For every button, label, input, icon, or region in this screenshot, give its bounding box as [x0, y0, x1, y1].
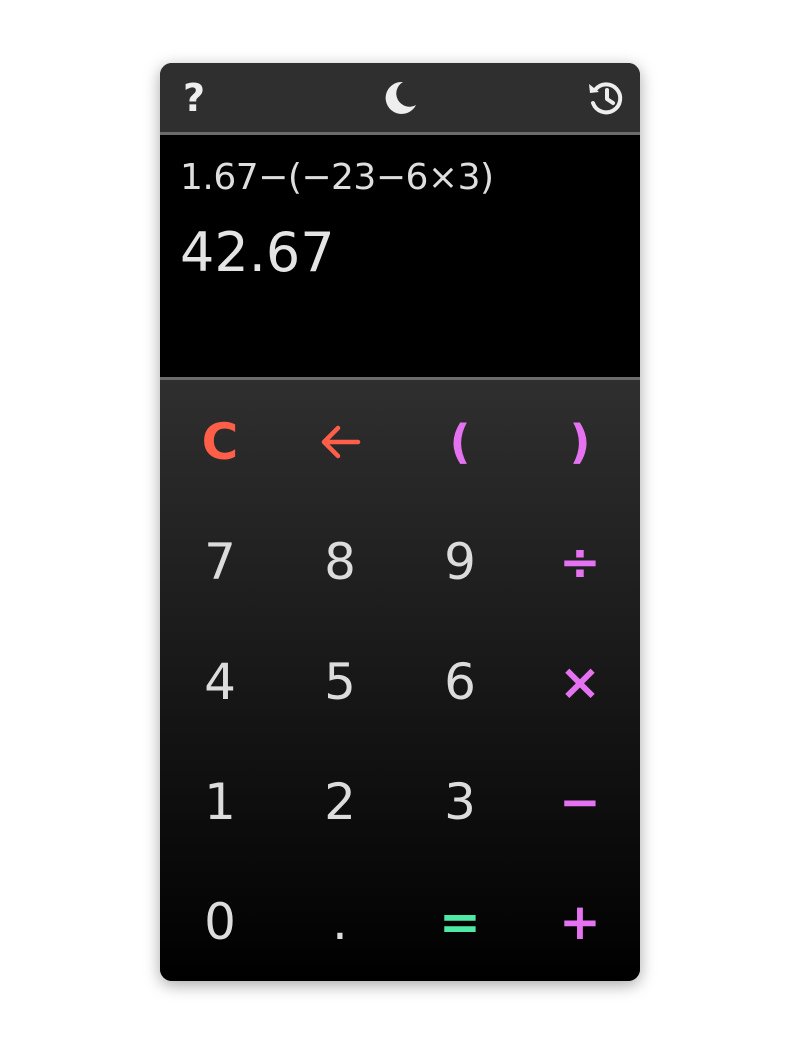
nine-button[interactable]: 9 [400, 502, 520, 622]
calculator-window: ? 1.67−(−23−6×3) 42.67 C ( ) 7 8 9 ÷ 4 5… [160, 63, 640, 981]
backspace-button[interactable] [280, 382, 400, 502]
close-paren-button[interactable]: ) [520, 382, 640, 502]
left-arrow-icon [321, 425, 361, 459]
multiply-button[interactable]: × [520, 622, 640, 742]
four-button[interactable]: 4 [160, 622, 280, 742]
keypad: C ( ) 7 8 9 ÷ 4 5 6 × 1 2 3 − 0 . = + [160, 380, 640, 981]
display-panel: 1.67−(−23−6×3) 42.67 [160, 135, 640, 380]
moon-icon[interactable] [378, 63, 422, 132]
eight-button[interactable]: 8 [280, 502, 400, 622]
equals-button[interactable]: = [400, 862, 520, 981]
two-button[interactable]: 2 [280, 742, 400, 862]
open-paren-button[interactable]: ( [400, 382, 520, 502]
decimal-button[interactable]: . [280, 862, 400, 981]
plus-button[interactable]: + [520, 862, 640, 981]
top-toolbar: ? [160, 63, 640, 135]
divide-button[interactable]: ÷ [520, 502, 640, 622]
help-icon[interactable]: ? [174, 63, 214, 132]
minus-button[interactable]: − [520, 742, 640, 862]
clear-button[interactable]: C [160, 382, 280, 502]
six-button[interactable]: 6 [400, 622, 520, 742]
one-button[interactable]: 1 [160, 742, 280, 862]
expression-text: 1.67−(−23−6×3) [180, 157, 494, 198]
five-button[interactable]: 5 [280, 622, 400, 742]
three-button[interactable]: 3 [400, 742, 520, 862]
result-text: 42.67 [180, 221, 335, 284]
history-icon[interactable] [584, 63, 628, 132]
zero-button[interactable]: 0 [160, 862, 280, 981]
seven-button[interactable]: 7 [160, 502, 280, 622]
